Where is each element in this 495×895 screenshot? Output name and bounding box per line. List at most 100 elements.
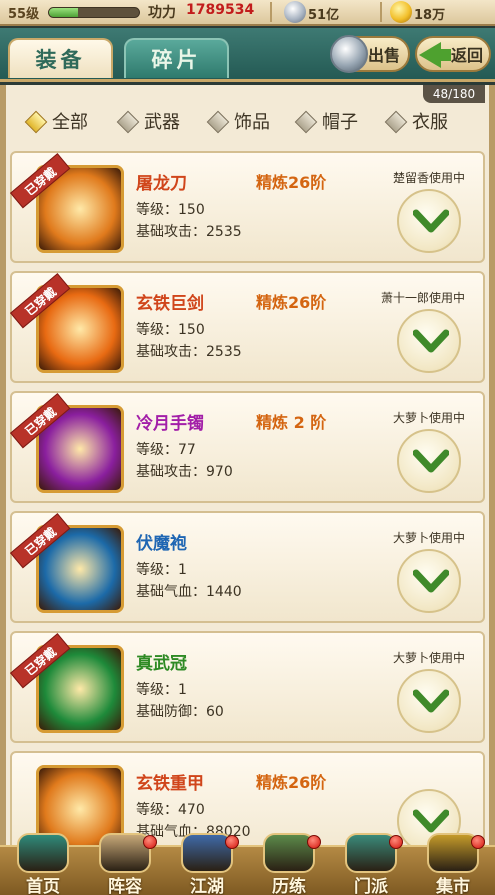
inventory-panel: 48/180 全部 武器 饰品 帽子 衣服 已穿戴 屠龙刀 精炼26阶 等级：150 基… (0, 85, 495, 845)
sell-label: 出售 (368, 46, 401, 65)
notification-dot (471, 835, 485, 849)
home-icon (17, 833, 69, 873)
diamond-icon (384, 110, 408, 134)
equipped-by: 大萝卜使用中 (392, 531, 465, 545)
nav-label: 阵容 (108, 877, 142, 895)
sell-button[interactable]: 出售 (330, 35, 410, 73)
filter-bar: 全部 武器 饰品 帽子 衣服 (24, 109, 476, 137)
power-value: 1789534 (186, 2, 255, 18)
item-base-stat: 基础攻击：2535 (136, 344, 242, 360)
status-bar: 55级 功力 1789534 51亿 18万 (0, 0, 495, 26)
tab-equipment[interactable]: 装备 (8, 38, 113, 78)
expand-button[interactable] (397, 669, 461, 733)
equipment-card[interactable]: 已穿戴 玄铁巨剑 精炼26阶 等级：150 基础攻击：2535 萧十一郎使用中 (10, 271, 485, 383)
tab-fragments[interactable]: 碎片 (124, 38, 229, 78)
chevron-down-icon (413, 209, 449, 233)
filter-all[interactable]: 全部 (24, 109, 88, 137)
back-arrow-tail (437, 49, 451, 61)
item-base-stat: 基础气血：1440 (136, 584, 242, 600)
nav-book[interactable]: 江湖 (167, 833, 247, 895)
exp-bar (48, 7, 140, 18)
expand-button[interactable] (397, 429, 461, 493)
nav-scroll[interactable]: 阵容 (85, 833, 165, 895)
equipment-card[interactable]: 已穿戴 伏魔袍 等级：1 基础气血：1440 大萝卜使用中 (10, 511, 485, 623)
equipment-card[interactable]: 玄铁重甲 精炼26阶 等级：470 基础气血：88020 (10, 751, 485, 845)
item-list[interactable]: 已穿戴 屠龙刀 精炼26阶 等级：150 基础攻击：2535 楚留香使用中 已穿戴 玄铁巨剑精… (6, 151, 489, 845)
item-level: 等级：1 (136, 682, 187, 698)
nav-banner[interactable]: 门派 (331, 833, 411, 895)
chevron-down-icon (413, 569, 449, 593)
item-base-stat: 基础攻击：970 (136, 464, 233, 480)
diamond-icon (206, 110, 230, 134)
filter-accessory[interactable]: 饰品 (206, 109, 270, 137)
filter-label: 全部 (52, 112, 88, 133)
chevron-down-icon (413, 689, 449, 713)
nav-label: 首页 (26, 877, 60, 895)
bottom-nav: 首页 阵容 江湖 历练 门派 集市 (0, 833, 495, 895)
equipped-by: 大萝卜使用中 (392, 411, 465, 425)
nav-label: 历练 (272, 877, 306, 895)
filter-label: 饰品 (234, 112, 270, 133)
chevron-down-icon (413, 449, 449, 473)
filter-weapon[interactable]: 武器 (116, 109, 180, 137)
exp-bar-fill (49, 8, 78, 17)
notification-dot (225, 835, 239, 849)
filter-hat[interactable]: 帽子 (294, 109, 358, 137)
power-label: 功力 (148, 5, 176, 21)
header: 装备 碎片 出售 返回 (0, 28, 495, 82)
nav-label: 门派 (354, 877, 388, 895)
item-level: 等级：1 (136, 562, 187, 578)
equipped-by: 楚留香使用中 (392, 171, 465, 185)
filter-clothes[interactable]: 衣服 (384, 109, 448, 137)
nav-chest[interactable]: 集市 (413, 833, 493, 895)
filter-label: 武器 (144, 112, 180, 133)
gold-ingot-icon (390, 1, 412, 23)
expand-button[interactable] (397, 189, 461, 253)
item-name: 真武冠 (136, 654, 187, 674)
item-name: 冷月手镯 (136, 414, 204, 434)
nav-label: 江湖 (190, 877, 224, 895)
item-level: 等级：77 (136, 442, 196, 458)
filter-label: 衣服 (412, 112, 448, 133)
gold-amount[interactable]: 18万 (414, 4, 445, 23)
expand-button[interactable] (397, 309, 461, 373)
divider (270, 2, 272, 22)
player-level: 55级 (8, 7, 40, 22)
refine-level: 精炼 2 阶 (256, 413, 327, 432)
notification-dot (143, 835, 157, 849)
item-level: 等级：150 (136, 202, 205, 218)
equipment-card[interactable]: 已穿戴 冷月手镯 精炼 2 阶等级：77 基础攻击：970 大萝卜使用中 (10, 391, 485, 503)
nav-gourd[interactable]: 历练 (249, 833, 329, 895)
filter-label: 帽子 (322, 112, 358, 133)
back-button[interactable]: 返回 (415, 36, 491, 72)
refine-level: 精炼26阶 (256, 773, 327, 792)
item-level: 等级：470 (136, 802, 205, 818)
equipped-by: 萧十一郎使用中 (380, 291, 465, 305)
notification-dot (389, 835, 403, 849)
divider (380, 2, 382, 22)
equipment-card[interactable]: 已穿戴 真武冠 等级：1 基础防御：60 大萝卜使用中 (10, 631, 485, 743)
item-name: 伏魔袍 (136, 534, 187, 554)
equipment-card[interactable]: 已穿戴 屠龙刀 精炼26阶 等级：150 基础攻击：2535 楚留香使用中 (10, 151, 485, 263)
silver-coins-icon (330, 35, 368, 73)
diamond-icon (24, 110, 48, 134)
item-name: 玄铁重甲 (136, 774, 204, 794)
item-base-stat: 基础攻击：2535 (136, 224, 242, 240)
silver-amount[interactable]: 51亿 (308, 4, 339, 23)
nav-label: 集市 (436, 877, 470, 895)
inventory-count: 48/180 (423, 85, 485, 103)
item-level: 等级：150 (136, 322, 205, 338)
notification-dot (307, 835, 321, 849)
item-base-stat: 基础防御：60 (136, 704, 224, 720)
diamond-icon (294, 110, 318, 134)
equipped-by: 大萝卜使用中 (392, 651, 465, 665)
back-label: 返回 (451, 46, 484, 65)
nav-home[interactable]: 首页 (3, 833, 83, 895)
refine-level: 精炼26阶 (256, 173, 327, 192)
item-name: 玄铁巨剑 (136, 294, 204, 314)
item-name: 屠龙刀 (136, 174, 187, 194)
refine-level: 精炼26阶 (256, 293, 327, 312)
diamond-icon (116, 110, 140, 134)
expand-button[interactable] (397, 549, 461, 613)
chevron-down-icon (413, 329, 449, 353)
